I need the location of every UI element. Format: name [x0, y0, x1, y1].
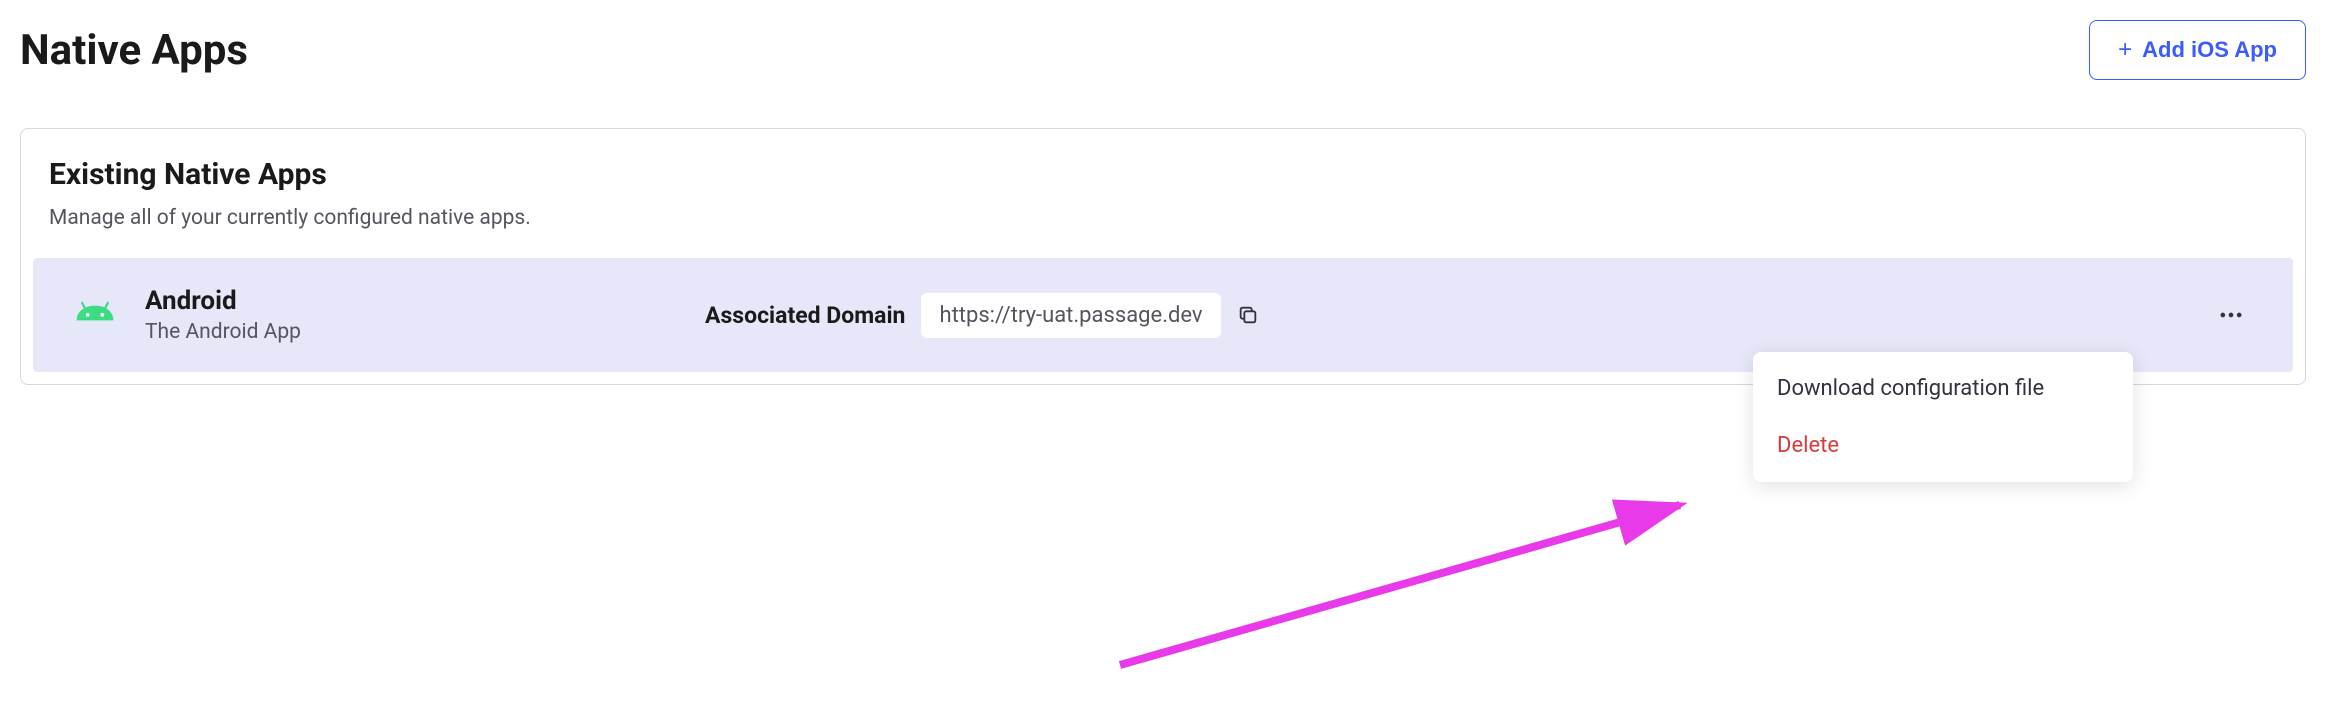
domain-label: Associated Domain [705, 302, 905, 329]
android-icon [73, 291, 117, 339]
add-button-label: Add iOS App [2142, 37, 2277, 63]
more-button[interactable] [2209, 293, 2253, 337]
card-header: Existing Native Apps Manage all of your … [21, 157, 2305, 230]
app-description: The Android App [145, 320, 705, 344]
domain-value: https://try-uat.passage.dev [921, 293, 1220, 338]
menu-delete[interactable]: Delete [1753, 417, 2133, 474]
annotation-arrow [1100, 485, 1700, 685]
app-name: Android [145, 286, 705, 316]
dropdown-menu: Download configuration file Delete [1753, 352, 2133, 482]
add-ios-app-button[interactable]: + Add iOS App [2089, 20, 2306, 80]
page-header: Native Apps + Add iOS App [20, 20, 2306, 80]
section-title: Existing Native Apps [49, 157, 2277, 192]
copy-icon[interactable] [1237, 304, 1259, 326]
page-title: Native Apps [20, 26, 248, 75]
existing-apps-card: Existing Native Apps Manage all of your … [20, 128, 2306, 385]
plus-icon: + [2118, 38, 2132, 62]
app-row: Android The Android App Associated Domai… [33, 258, 2293, 372]
domain-block: Associated Domain https://try-uat.passag… [705, 293, 1259, 338]
app-name-block: Android The Android App [145, 286, 705, 344]
section-subtitle: Manage all of your currently configured … [49, 206, 2277, 230]
menu-download-config[interactable]: Download configuration file [1753, 360, 2133, 417]
